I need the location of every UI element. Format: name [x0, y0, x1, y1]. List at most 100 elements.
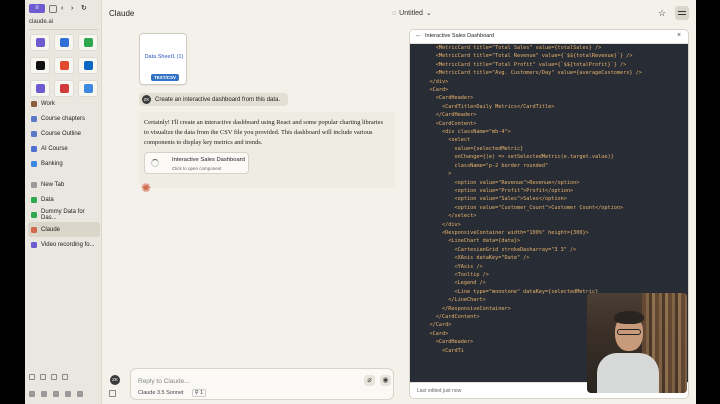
user-avatar: ZK: [110, 375, 120, 385]
artifact-title: Interactive Sales Dashboard: [172, 157, 245, 163]
code-line: <CartesianGrid strokeDasharray="3 3" />: [417, 246, 577, 253]
forward-icon[interactable]: ›: [71, 5, 77, 13]
library-icon[interactable]: [29, 374, 35, 380]
mic-icon[interactable]: [51, 374, 57, 380]
favicon-icon: [31, 100, 37, 107]
code-line: className="p-2 border rounded": [417, 162, 549, 169]
sidebar-panel-icon[interactable]: [109, 390, 116, 397]
file-attachment-card[interactable]: Data Sheet1 (1) TEXT/CSV: [139, 33, 187, 85]
sidebar-tab-item[interactable]: Claude: [28, 222, 100, 237]
back-icon[interactable]: ‹: [61, 5, 67, 13]
sidebar-tab-label: Data: [41, 196, 54, 203]
pinned-app-tile[interactable]: [54, 80, 74, 97]
artifact-subtitle: Click to open component: [172, 166, 222, 171]
favicon-icon: [31, 196, 37, 203]
artifact-open-button[interactable]: Interactive Sales Dashboard Click to ope…: [144, 152, 249, 174]
sidebar-footer-tools: [29, 374, 99, 380]
archive-icon[interactable]: [29, 391, 35, 397]
screenshot-icon[interactable]: ◉: [380, 375, 391, 386]
code-line: </div>: [417, 78, 449, 85]
sidebar-tab-label: Claude: [41, 226, 61, 233]
x-app-icon: [35, 61, 45, 70]
artifact-panel-title: Interactive Sales Dashboard: [425, 33, 495, 39]
play-app-icon: [83, 84, 93, 93]
favicon-icon: [31, 211, 37, 218]
sidebar: ≡ ‹ › ↻ claude.ai Work Course chapters Cou…: [25, 0, 102, 404]
last-edited-text: Last edited just now: [417, 388, 462, 394]
linkedin-app-icon: [83, 61, 93, 70]
window-controls: ≡ ‹ › ↻: [29, 4, 87, 13]
artifact-menu-button[interactable]: [675, 6, 689, 20]
code-line: <div className="mb-4">: [417, 129, 511, 136]
close-icon[interactable]: ×: [677, 32, 681, 39]
sidebar-tab-label: Video recording fo...: [41, 241, 95, 248]
file-name: Data Sheet1 (1): [144, 54, 184, 60]
app-title: Claude: [109, 9, 135, 18]
pinned-app-tile[interactable]: [30, 80, 50, 97]
sidebar-tab-item[interactable]: Course Outline: [28, 126, 100, 141]
code-line: <option value="Profit">Profit</option>: [417, 187, 574, 194]
claude-spark-icon: ✺: [141, 181, 152, 195]
artifact-header: ← Interactive Sales Dashboard ×: [410, 30, 688, 44]
pinned-app-tile[interactable]: [78, 80, 98, 97]
pinned-apps-grid: [30, 34, 98, 97]
code-line: <select: [417, 137, 471, 144]
new-space-icon[interactable]: [77, 391, 83, 397]
model-badge: ⚲ 1: [191, 389, 207, 397]
sidebar-toggle-icon[interactable]: [49, 4, 57, 13]
gmail-app-icon: [59, 84, 69, 93]
pinned-app-tile[interactable]: [54, 34, 74, 51]
favicon-icon: [31, 115, 37, 122]
code-line: <Card>: [417, 87, 449, 94]
sidebar-tab-item[interactable]: Data: [28, 192, 100, 207]
code-line: onChange={(e) => setSelectedMetric(e.tar…: [417, 154, 614, 161]
code-line: value={selectedMetric}: [417, 145, 524, 152]
code-line: <CardContent>: [417, 120, 477, 127]
model-selector[interactable]: Claude 3.5 Sonnet ⚲ 1: [138, 389, 207, 397]
sidebar-tab-label: AI Course: [41, 145, 68, 152]
check-app-icon: [83, 38, 93, 47]
code-line: <MetricCard title="Total Profit" value={…: [417, 61, 627, 68]
pinned-app-tile[interactable]: [30, 34, 50, 51]
sliders-icon[interactable]: [62, 374, 68, 380]
conversation-title[interactable]: ◌ Untitled ⌄: [392, 9, 432, 18]
sidebar-tab-item[interactable]: Banking: [28, 156, 100, 171]
code-line: <YAxis />: [417, 263, 483, 270]
sidebar-tab-item[interactable]: Dummy Data for Das...: [28, 207, 100, 222]
pinned-app-tile[interactable]: [54, 57, 74, 74]
attach-icon[interactable]: ⌀: [364, 375, 375, 386]
user-avatar: ZK: [142, 95, 151, 104]
workspace-icon[interactable]: ≡: [29, 4, 45, 13]
grid-icon[interactable]: [40, 374, 46, 380]
sidebar-tab-item[interactable]: Video recording fo...: [28, 237, 100, 252]
sidebar-tab-item[interactable]: New Tab: [28, 177, 100, 192]
sidebar-tab-label: Work: [41, 100, 55, 107]
pinned-app-tile[interactable]: [78, 57, 98, 74]
spiral-app-icon: [59, 61, 69, 70]
sidebar-tabs: Work Course chapters Course Outline AI Cour…: [28, 96, 100, 252]
code-line: </CardHeader>: [417, 112, 477, 119]
favicon-icon: [31, 130, 37, 137]
chevron-down-icon: ⌄: [425, 10, 432, 17]
sidebar-tab-item[interactable]: AI Course: [28, 141, 100, 156]
reply-placeholder: Reply to Claude...: [138, 378, 190, 385]
favicon-icon: [31, 181, 37, 188]
top-bar: Claude ◌ Untitled ⌄ ☆: [102, 0, 696, 26]
downloads-icon[interactable]: [65, 391, 71, 397]
star-icon[interactable]: ☆: [658, 8, 666, 19]
sidebar-tab-label: Course Outline: [41, 130, 82, 137]
back-arrow-icon[interactable]: ←: [415, 32, 422, 39]
app-icon[interactable]: [53, 391, 59, 397]
s-app-icon: [35, 84, 45, 93]
screen-app-icon: [59, 38, 69, 47]
settings-icon[interactable]: [41, 391, 47, 397]
sidebar-tab-item[interactable]: Work: [28, 96, 100, 111]
sidebar-tab-item[interactable]: Course chapters: [28, 111, 100, 126]
conversation-title-text: Untitled: [399, 9, 423, 17]
url-bar[interactable]: claude.ai: [29, 19, 98, 27]
reload-icon[interactable]: ↻: [81, 5, 87, 13]
pinned-app-tile[interactable]: [78, 34, 98, 51]
pinned-app-tile[interactable]: [30, 57, 50, 74]
sidebar-tab-label: New Tab: [41, 181, 65, 188]
code-line: <MetricCard title="Avg. Customers/Day" v…: [417, 70, 642, 77]
